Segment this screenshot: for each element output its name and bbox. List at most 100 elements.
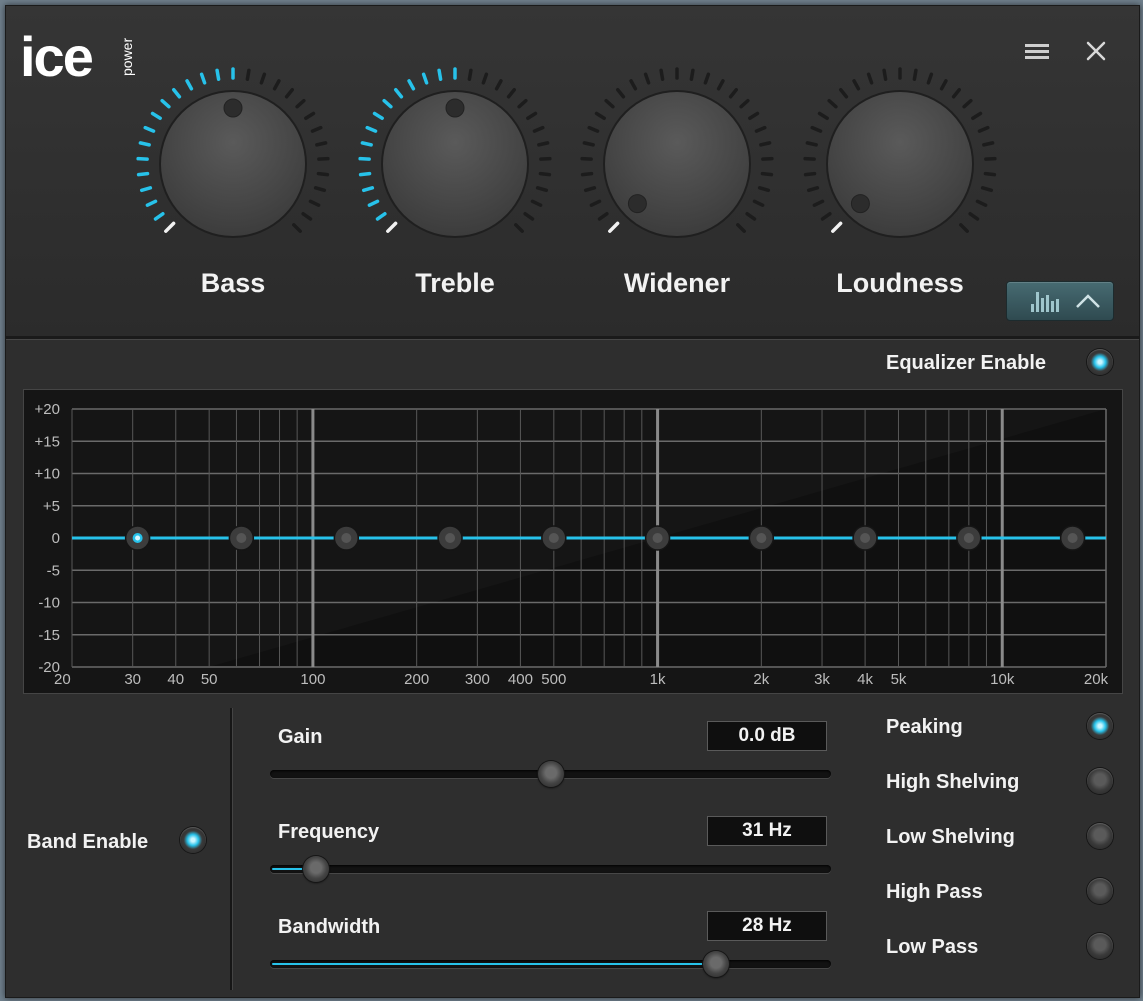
knob-tick-24 [538, 171, 552, 177]
x-tick-label: 100 [300, 671, 325, 688]
knob-tick-10 [839, 87, 849, 99]
knob-tick-19 [962, 98, 973, 109]
knob-tick-23 [984, 156, 997, 161]
x-tick-label: 1k [650, 671, 666, 688]
equalizer-panel-toggle-button[interactable] [1006, 281, 1114, 321]
knob-tick-25 [757, 186, 771, 193]
top-control-panel: ice power Bass Treble Widener Loudness [6, 6, 1139, 336]
filter-high-shelving-radio[interactable] [1087, 768, 1113, 794]
x-tick-label: 20k [1084, 671, 1109, 688]
x-tick-label: 5k [891, 671, 907, 688]
knob-tick-11 [852, 79, 861, 91]
frequency-slider-thumb[interactable] [302, 856, 329, 882]
knob-tick-18 [506, 87, 516, 99]
knob-tick-10 [616, 87, 626, 99]
x-tick-label: 40 [167, 671, 184, 688]
knob-tick-7 [810, 125, 823, 133]
close-button[interactable] [1081, 36, 1111, 66]
knob-tick-24 [983, 171, 997, 177]
knob-tick-21 [977, 125, 990, 133]
knob-tick-25 [980, 186, 994, 193]
equalizer-graph[interactable]: +20 +15 +10 +5 0 -5 -10 -15 -20 20 30 40 50 100 200 300… [23, 389, 1123, 694]
knob-tick-20 [526, 111, 538, 120]
gain-value-field[interactable]: 0.0 dB [707, 721, 827, 751]
frequency-value-field[interactable]: 31 Hz [707, 816, 827, 846]
bandwidth-slider-track[interactable] [270, 960, 831, 968]
knob-tick-23 [539, 156, 552, 161]
knob-tick-15 [245, 68, 251, 81]
knob-tick-28 [292, 223, 302, 233]
knob-tick-13 [659, 68, 665, 81]
knob-tick-1 [375, 212, 387, 221]
treble-knob[interactable] [355, 64, 555, 264]
eq-band-node-8[interactable] [852, 525, 878, 551]
knob-tick-19 [517, 98, 528, 109]
band-enable-toggle[interactable] [180, 827, 206, 853]
knob-tick-13 [215, 68, 221, 81]
knob-tick-26 [752, 199, 765, 207]
x-tick-label: 4k [857, 671, 873, 688]
knob-tick-22 [315, 141, 328, 147]
knob-tick-7 [365, 125, 378, 133]
ice-power-logo: ice power [20, 24, 140, 88]
bandwidth-slider-thumb[interactable] [702, 951, 729, 977]
knob-body [605, 92, 749, 236]
menu-button[interactable] [1022, 36, 1052, 66]
knob-tick-16 [259, 72, 267, 85]
bass-knob[interactable] [133, 64, 333, 264]
knob-tick-17 [716, 79, 725, 91]
close-icon [1086, 41, 1106, 61]
knob-tick-16 [926, 72, 934, 85]
knob-tick-5 [358, 156, 371, 161]
eq-band-node-10[interactable] [1059, 525, 1086, 551]
eq-band-node-2[interactable] [228, 525, 255, 551]
knob-tick-13 [882, 68, 888, 81]
loudness-knob[interactable] [800, 64, 1000, 264]
knob-tick-12 [866, 72, 874, 85]
loudness-label: Loudness [836, 268, 964, 298]
knob-tick-28 [736, 223, 746, 233]
knob-tick-3 [139, 186, 153, 193]
knob-tick-0 [831, 221, 843, 233]
knob-tick-9 [160, 98, 171, 109]
filter-peaking-radio[interactable] [1087, 713, 1113, 739]
knob-tick-21 [754, 125, 767, 133]
knob-tick-2 [145, 199, 158, 207]
eq-band-node-5[interactable] [541, 525, 567, 551]
knob-body [828, 92, 972, 236]
eq-band-node-6[interactable] [644, 525, 671, 551]
knob-indicator [223, 98, 243, 118]
knob-tick-5 [803, 156, 816, 161]
knob-tick-12 [199, 72, 207, 85]
knob-tick-11 [629, 79, 638, 91]
eq-band-node-9[interactable] [956, 525, 982, 551]
knob-tick-3 [583, 186, 597, 193]
eq-band-node-4[interactable] [437, 525, 463, 551]
equalizer-enable-toggle[interactable] [1087, 349, 1113, 375]
knob-tick-26 [975, 199, 988, 207]
frequency-label: Frequency [278, 821, 380, 843]
filter-low-shelving-radio[interactable] [1087, 823, 1113, 849]
knob-tick-20 [304, 111, 316, 120]
widener-knob[interactable] [577, 64, 777, 264]
frequency-slider-track[interactable] [270, 865, 831, 873]
eq-band-node-7[interactable] [748, 525, 775, 551]
knob-tick-6 [138, 141, 151, 147]
knob-tick-26 [530, 199, 543, 207]
y-tick-label: -15 [38, 627, 60, 644]
eq-band-node-3[interactable] [333, 525, 360, 551]
knob-tick-9 [827, 98, 838, 109]
knob-tick-0 [386, 221, 398, 233]
bandwidth-value-field[interactable]: 28 Hz [707, 911, 827, 941]
filter-high-pass-radio[interactable] [1087, 878, 1113, 904]
knob-tick-6 [582, 141, 595, 147]
filter-low-pass-radio[interactable] [1087, 933, 1113, 959]
knob-tick-12 [421, 72, 429, 85]
knob-tick-2 [367, 199, 380, 207]
knob-tick-22 [982, 141, 995, 147]
eq-band-node-1[interactable] [124, 525, 151, 551]
knob-tick-23 [761, 156, 774, 161]
gain-slider-thumb[interactable] [537, 761, 564, 787]
knob-tick-23 [317, 156, 330, 161]
equalizer-enable-label: Equalizer Enable [886, 352, 1047, 374]
